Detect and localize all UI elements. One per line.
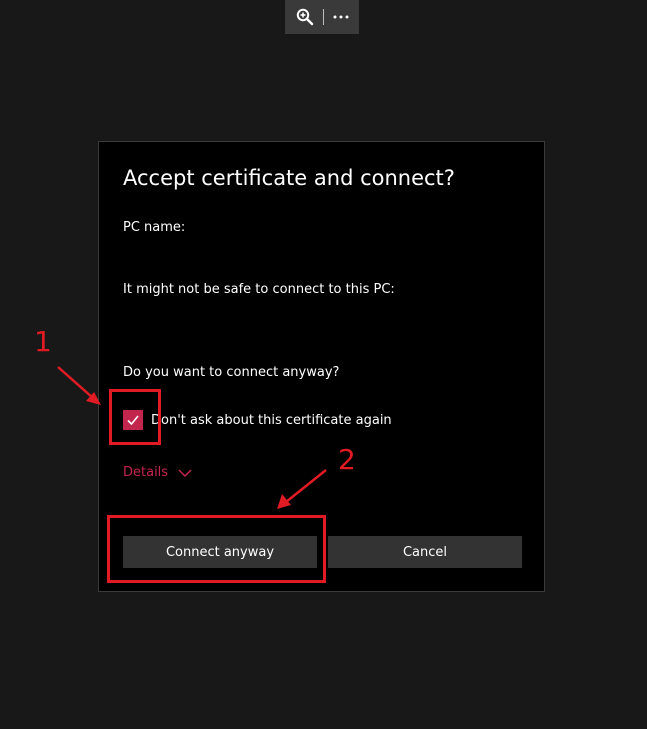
- pc-name-label: PC name:: [123, 220, 186, 235]
- annotation-step-2: 2: [338, 443, 356, 476]
- annotation-box-connect: [107, 515, 326, 583]
- warning-text: It might not be safe to connect to this …: [123, 282, 395, 297]
- more-icon: [333, 15, 349, 19]
- annotation-step-1: 1: [34, 325, 52, 358]
- dont-ask-checkbox-label: Don't ask about this certificate again: [151, 412, 392, 428]
- zoom-in-button[interactable]: [293, 5, 317, 29]
- screen: Accept certificate and connect? PC name:…: [0, 0, 647, 729]
- details-label: Details: [123, 465, 169, 480]
- top-toolbar: [285, 0, 359, 34]
- details-toggle[interactable]: Details: [123, 465, 192, 480]
- annotation-arrow-1: [57, 366, 101, 405]
- cancel-button[interactable]: Cancel: [328, 536, 522, 568]
- toolbar-separator: [322, 9, 324, 25]
- dont-ask-checkbox-row[interactable]: Don't ask about this certificate again: [123, 410, 392, 430]
- more-button[interactable]: [329, 5, 353, 29]
- chevron-down-icon: [178, 468, 192, 477]
- dialog-title: Accept certificate and connect?: [123, 166, 455, 190]
- annotation-box-checkbox: [109, 389, 161, 445]
- zoom-in-icon: [296, 8, 314, 26]
- connect-question: Do you want to connect anyway?: [123, 365, 340, 380]
